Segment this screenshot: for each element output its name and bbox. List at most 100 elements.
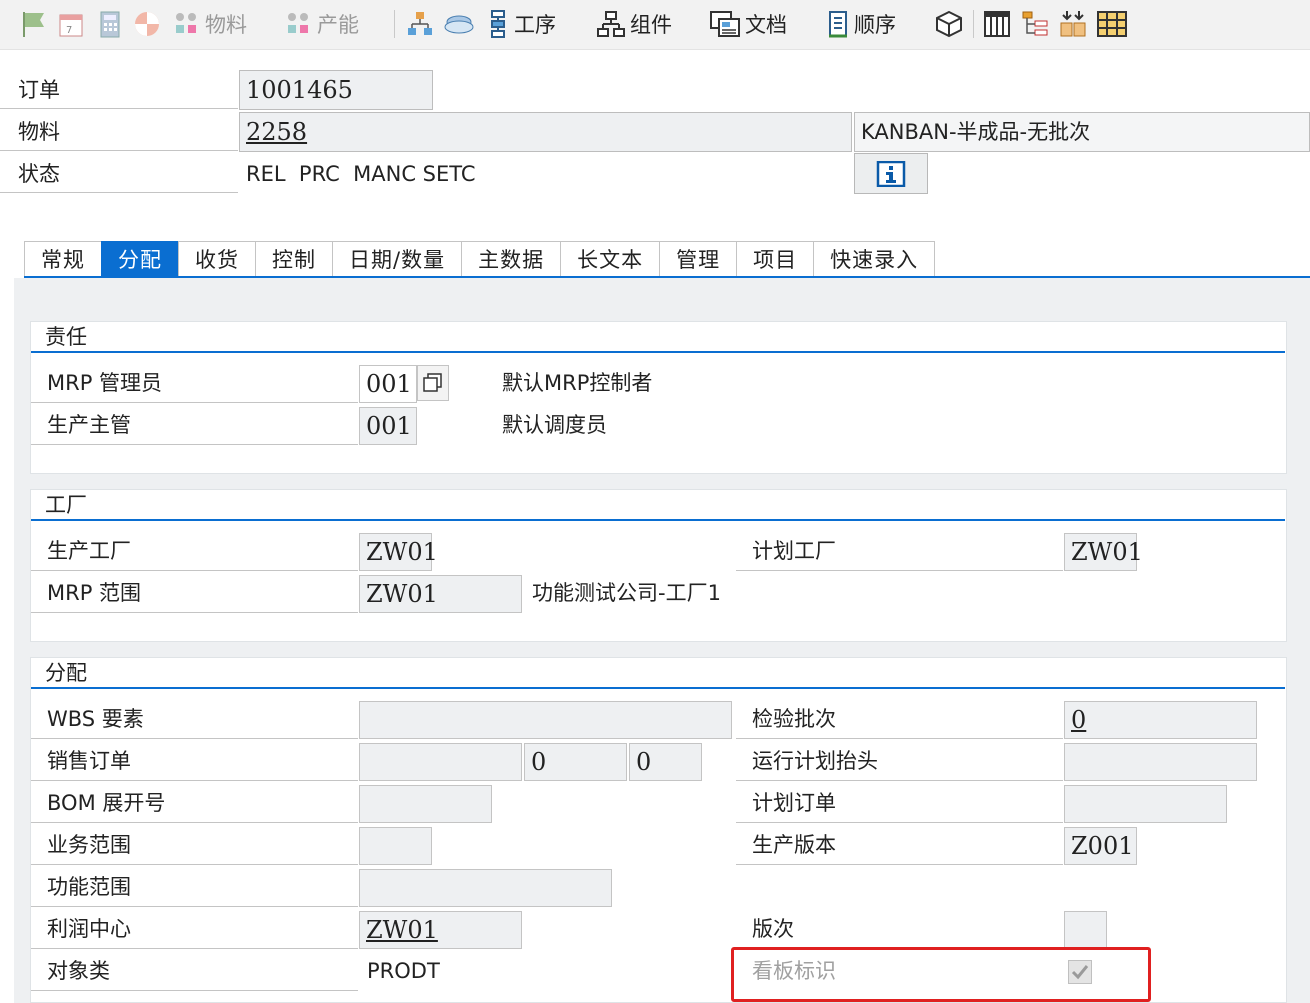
- material-value[interactable]: 2258: [246, 118, 307, 146]
- functional-area-label: 功能范围: [31, 867, 358, 907]
- material-description: KANBAN-半成品-无批次: [854, 112, 1310, 152]
- bom-explosion-input[interactable]: [359, 785, 492, 823]
- mrp-controller-label: MRP 管理员: [31, 363, 358, 403]
- planned-order-input[interactable]: [1064, 785, 1227, 823]
- grid-layout-icon[interactable]: [1096, 7, 1128, 41]
- components-button-label: 组件: [630, 13, 672, 37]
- order-label: 订单: [0, 71, 238, 109]
- inspection-lot-label: 检验批次: [736, 699, 1063, 739]
- planning-plant-label: 计划工厂: [736, 531, 1063, 571]
- database-icon[interactable]: [443, 7, 475, 41]
- documents-button[interactable]: 文档: [709, 7, 787, 41]
- revision-input[interactable]: [1064, 911, 1107, 949]
- production-version-label: 生产版本: [736, 825, 1063, 865]
- inspection-lot-value[interactable]: 0: [1071, 706, 1086, 734]
- business-area-input[interactable]: [359, 827, 432, 865]
- sequence-button-label: 顺序: [854, 13, 896, 37]
- value-help-button[interactable]: [417, 365, 449, 401]
- material-button[interactable]: 物料: [171, 7, 247, 41]
- hierarchy-icon[interactable]: [405, 7, 435, 41]
- flag-icon[interactable]: [18, 7, 48, 41]
- material-label: 物料: [0, 113, 238, 151]
- object-class-label: 对象类: [31, 951, 358, 991]
- mrp-area-label: MRP 范围: [31, 573, 358, 613]
- sales-order-schedule-input[interactable]: 0: [629, 743, 702, 781]
- value-help-icon: [423, 373, 442, 392]
- tab-project[interactable]: 项目: [736, 241, 815, 278]
- run-schedule-header-input[interactable]: [1064, 743, 1257, 781]
- profit-center-value[interactable]: ZW01: [366, 916, 438, 944]
- production-plant-label: 生产工厂: [31, 531, 358, 571]
- group-title-line: [31, 351, 1285, 353]
- status-info-button[interactable]: [854, 153, 928, 194]
- operations-button[interactable]: 工序: [486, 7, 556, 41]
- capacity-button[interactable]: 产能: [283, 7, 359, 41]
- calendar-icon[interactable]: 7: [56, 7, 86, 41]
- run-schedule-header-label: 运行计划抬头: [736, 741, 1063, 781]
- components-button[interactable]: 组件: [596, 7, 672, 41]
- costing-icon[interactable]: [132, 7, 162, 41]
- columns-icon[interactable]: [982, 7, 1012, 41]
- mrp-controller-input[interactable]: 001: [359, 365, 417, 403]
- status-label: 状态: [0, 155, 238, 193]
- sequence-icon: [829, 11, 847, 38]
- tree-structure-icon[interactable]: [1020, 7, 1050, 41]
- material-icon: [176, 13, 196, 33]
- production-plant-input[interactable]: ZW01: [359, 533, 438, 571]
- sales-order-input[interactable]: [359, 743, 522, 781]
- production-version-input[interactable]: Z001: [1064, 827, 1137, 865]
- production-supervisor-description: 默认调度员: [502, 413, 607, 437]
- tab-strip: 常规 分配 收货 控制 日期/数量 主数据 长文本 管理 项目 快速录入: [24, 241, 936, 278]
- tab-long-text[interactable]: 长文本: [560, 241, 661, 278]
- material-button-label: 物料: [205, 13, 247, 37]
- toolbar-separator: [973, 10, 974, 38]
- profit-center-input[interactable]: ZW01: [359, 911, 522, 949]
- cube-icon[interactable]: [934, 7, 964, 41]
- calculator-icon[interactable]: [95, 7, 125, 41]
- sequence-button[interactable]: 顺序: [826, 7, 896, 41]
- planning-plant-input[interactable]: ZW01: [1064, 533, 1143, 571]
- production-supervisor-input[interactable]: 001: [359, 407, 417, 445]
- group-title-line: [31, 687, 1285, 689]
- operations-button-label: 工序: [514, 13, 556, 37]
- tab-administration[interactable]: 管理: [659, 241, 738, 278]
- capacity-icon: [288, 13, 308, 33]
- expand-collapse-icon[interactable]: [1058, 7, 1088, 41]
- tab-quick-entry[interactable]: 快速录入: [813, 241, 936, 278]
- svg-text:7: 7: [66, 25, 72, 36]
- production-supervisor-label: 生产主管: [31, 405, 358, 445]
- inspection-lot-input[interactable]: 0: [1064, 701, 1257, 739]
- documents-button-label: 文档: [745, 13, 787, 37]
- components-icon: [597, 11, 625, 37]
- tab-master-data[interactable]: 主数据: [461, 241, 562, 278]
- bom-explosion-label: BOM 展开号: [31, 783, 358, 823]
- tab-dates-quantities[interactable]: 日期/数量: [332, 241, 463, 278]
- revision-label: 版次: [752, 917, 794, 941]
- sales-order-label: 销售订单: [31, 741, 358, 781]
- material-field[interactable]: 2258: [239, 112, 852, 152]
- responsibility-group-title: 责任: [45, 325, 87, 349]
- status-value: REL PRC MANC SETC: [246, 162, 476, 186]
- toolbar-separator: [394, 10, 395, 38]
- tab-assignment[interactable]: 分配: [101, 241, 179, 278]
- mrp-area-input[interactable]: ZW01: [359, 575, 522, 613]
- order-field[interactable]: 1001465: [239, 70, 433, 110]
- business-area-label: 业务范围: [31, 825, 358, 865]
- mrp-area-description: 功能测试公司-工厂1: [532, 581, 721, 605]
- plant-group-title: 工厂: [45, 493, 87, 517]
- sales-order-item-input[interactable]: 0: [524, 743, 627, 781]
- capacity-button-label: 产能: [317, 13, 359, 37]
- profit-center-label: 利润中心: [31, 909, 358, 949]
- assignment-group-title: 分配: [45, 661, 87, 685]
- functional-area-input[interactable]: [359, 869, 612, 907]
- operations-icon: [491, 10, 505, 38]
- group-title-line: [31, 519, 1285, 521]
- tab-general[interactable]: 常规: [24, 241, 102, 278]
- highlight-box: [731, 947, 1151, 1002]
- mrp-controller-description: 默认MRP控制者: [502, 371, 653, 395]
- planned-order-label: 计划订单: [736, 783, 1063, 823]
- tab-goods-receipt[interactable]: 收货: [178, 241, 256, 278]
- wbs-element-input[interactable]: [359, 701, 732, 739]
- tab-control[interactable]: 控制: [255, 241, 333, 278]
- documents-icon: [710, 11, 740, 37]
